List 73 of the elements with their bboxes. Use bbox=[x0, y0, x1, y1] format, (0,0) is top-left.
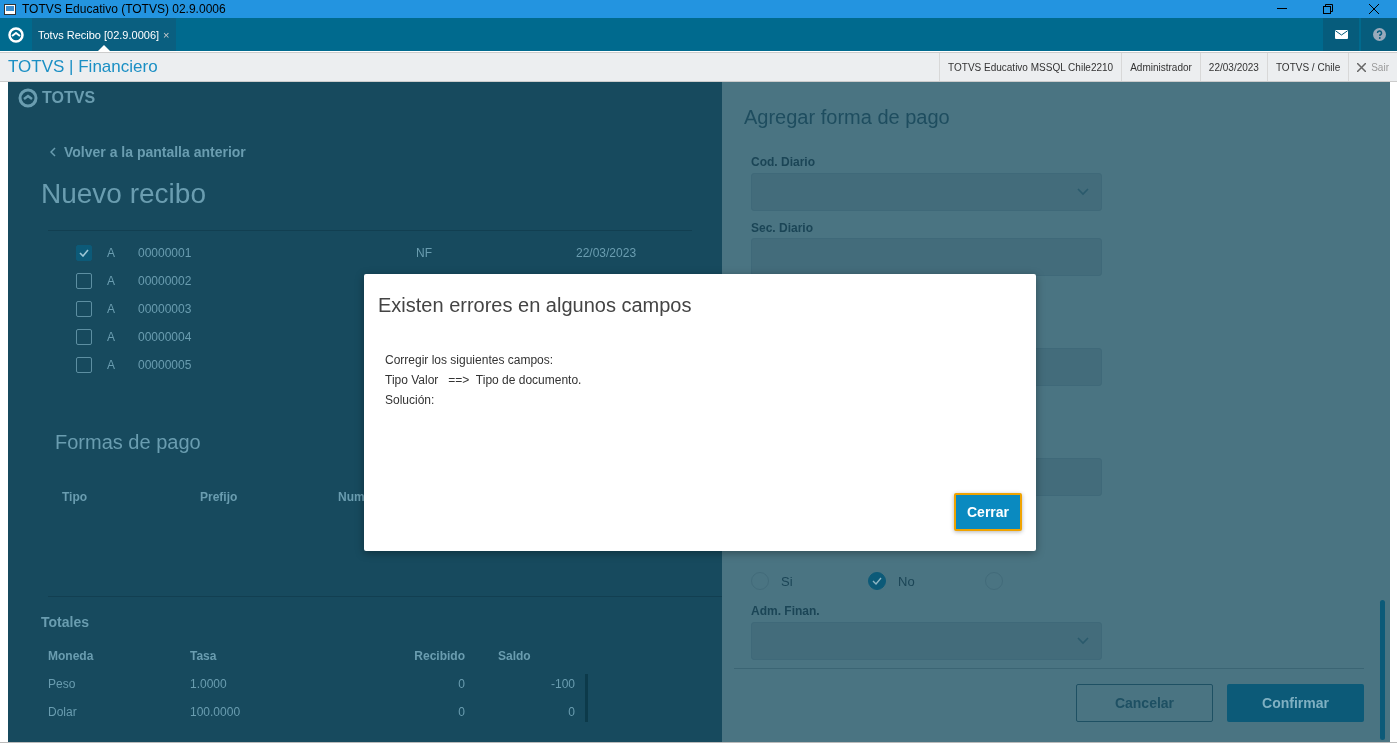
table-cell-text: 0 bbox=[567, 705, 575, 719]
chevron-down-icon bbox=[1077, 637, 1089, 645]
table-cell: A bbox=[107, 246, 115, 260]
minimize-icon bbox=[1277, 8, 1287, 10]
column-header: Prefijo bbox=[200, 490, 238, 504]
select-field[interactable] bbox=[751, 172, 1102, 211]
table-cell: A bbox=[107, 330, 115, 344]
table-cell: 00000003 bbox=[138, 302, 192, 316]
checkbox[interactable] bbox=[76, 245, 92, 261]
radio-button[interactable] bbox=[868, 572, 886, 591]
chevron-down-icon bbox=[1077, 187, 1089, 196]
logo-text: TOTVS bbox=[42, 89, 96, 107]
logo-icon bbox=[8, 26, 24, 43]
status-item: Administrador bbox=[1121, 53, 1200, 81]
page-title: Nuevo recibo bbox=[41, 178, 207, 210]
table-cell: A bbox=[107, 358, 115, 372]
table-cell-text: 0 bbox=[457, 705, 465, 719]
table-cell: 00000004 bbox=[138, 330, 192, 344]
scrollbar[interactable] bbox=[1380, 600, 1385, 740]
status-item: 22/03/2023 bbox=[1199, 53, 1267, 81]
check-icon bbox=[79, 249, 89, 257]
table-cell-text: 1.0000 bbox=[190, 677, 228, 691]
status-item: TOTVS Educativo MSSQL Chile2210 bbox=[939, 53, 1122, 81]
checkbox[interactable] bbox=[76, 329, 92, 345]
dialog-title: Existen errores en algunos campos bbox=[378, 294, 693, 317]
section-title: Totales bbox=[41, 614, 90, 630]
close-icon bbox=[1357, 62, 1367, 72]
column-header: Recibido bbox=[413, 649, 465, 663]
mail-button[interactable] bbox=[1323, 18, 1359, 51]
table-cell: 00000002 bbox=[138, 274, 192, 288]
column-header: Moneda bbox=[48, 649, 95, 663]
dialog-text: Solución: bbox=[385, 393, 436, 407]
dialog-text: Tipo Valor ==> Tipo de documento. bbox=[385, 373, 583, 387]
section-title: Formas de pago bbox=[55, 431, 202, 454]
table-cell-text: 100.0000 bbox=[190, 705, 242, 719]
help-icon bbox=[1372, 28, 1386, 41]
back-link[interactable]: Volver a la pantalla anterior bbox=[50, 144, 246, 160]
logo-icon bbox=[18, 88, 38, 108]
table-cell: 00000001 bbox=[138, 246, 192, 260]
column-header: Num bbox=[338, 490, 365, 504]
input-field[interactable] bbox=[751, 238, 1102, 277]
table-cell: A bbox=[107, 302, 115, 316]
column-header: Tipo bbox=[62, 490, 88, 504]
column-header: Saldo bbox=[497, 649, 532, 663]
table-cell: 22/03/2023 bbox=[576, 246, 637, 260]
table-cell: A bbox=[107, 274, 115, 288]
module-title: TOTVS | Financiero bbox=[7, 57, 159, 77]
checkbox[interactable] bbox=[76, 273, 92, 289]
dialog-text: Corregir los siguientes campos: bbox=[385, 353, 555, 367]
app-icon bbox=[4, 3, 16, 15]
window-title: TOTVS Educativo (TOTVS) 02.9.0006 bbox=[22, 2, 227, 16]
close-icon[interactable]: × bbox=[163, 28, 170, 41]
close-button[interactable]: Cerrar bbox=[954, 493, 1022, 531]
confirm-button[interactable]: Confirmar bbox=[1227, 684, 1364, 722]
column-header: Tasa bbox=[190, 649, 218, 663]
table-cell: NF bbox=[416, 246, 432, 260]
help-button[interactable] bbox=[1361, 18, 1397, 51]
close-icon bbox=[1369, 4, 1379, 14]
table-cell-text: 0 bbox=[457, 677, 465, 691]
checkbox[interactable] bbox=[76, 301, 92, 317]
status-item: TOTVS / Chile bbox=[1266, 53, 1349, 81]
table-cell-text: -100 bbox=[549, 677, 575, 691]
exit-button[interactable]: Sair bbox=[1348, 53, 1397, 81]
chevron-left-icon bbox=[50, 147, 56, 157]
tab[interactable]: Totvs Recibo [02.9.0006] × bbox=[32, 18, 176, 51]
table-cell-text: Dolar bbox=[48, 705, 78, 719]
check-icon bbox=[872, 577, 882, 586]
checkbox[interactable] bbox=[76, 357, 92, 373]
select-field[interactable] bbox=[751, 622, 1102, 660]
mail-icon bbox=[1334, 30, 1348, 39]
table-cell: 00000005 bbox=[138, 358, 192, 372]
restore-icon bbox=[1323, 4, 1333, 14]
table-cell-text: Peso bbox=[48, 677, 77, 691]
